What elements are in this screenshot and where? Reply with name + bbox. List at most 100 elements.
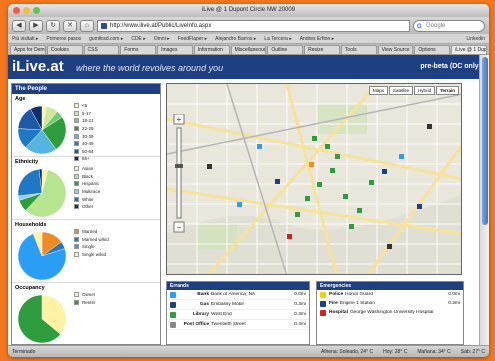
legend-label: Married w/kid (82, 236, 109, 242)
emergency-place[interactable]: Engine 1 Station (340, 301, 444, 306)
errands-title: Errands (167, 282, 309, 290)
status-weather: Alhena: Soleado, 24° C Hoy: 28° C Mañana: … (321, 349, 485, 355)
errand-row[interactable]: Library West End 0.3mi (167, 310, 309, 320)
weather-item: Alhena: Soleado, 24° C (321, 348, 374, 355)
legend-swatch (74, 110, 79, 116)
legend-swatch (74, 292, 79, 298)
search-input[interactable]: G Google (413, 19, 485, 32)
errand-place[interactable]: Embassy Mobil (211, 302, 290, 307)
bookmark-item[interactable]: Più visitati ▸ (12, 36, 38, 42)
browser-tab[interactable]: Options (414, 45, 451, 54)
bookmark-item[interactable]: Omni ▸ (154, 36, 170, 42)
minimize-window-button[interactable] (23, 7, 30, 14)
home-button[interactable]: ⌂ (80, 19, 94, 32)
zoom-window-button[interactable] (33, 7, 40, 14)
errand-label: Gas (199, 302, 209, 307)
back-button[interactable]: ◀ (12, 19, 26, 32)
map-type-hybrid-button[interactable]: Hybrid (414, 86, 436, 95)
legend-item: Single (74, 243, 109, 251)
address-bar-url: http://www.ilive.at/Public/LiveInfo.aspx (110, 22, 212, 29)
emergencies-panel: Emergencies Police Honor Guard 0.0mi Fire En… (316, 281, 464, 345)
emergency-distance: 0.0mi (448, 292, 460, 297)
site-header: iLive.at where the world revolves around… (8, 55, 489, 79)
bookmark-item[interactable]: FeedFlaper ▸ (178, 36, 207, 42)
emergency-icon (320, 309, 326, 316)
weather-item: Mañana: 34° C (417, 348, 451, 355)
legend-label: White (82, 196, 94, 202)
map[interactable]: + − Maps Satellite Hybrid Terrain (166, 83, 462, 275)
legend-label: 50-64 (82, 148, 94, 154)
errand-distance: 0.3mi (294, 302, 306, 307)
browser-tab[interactable]: Apps for Democrac... (10, 45, 46, 54)
pie-legend: <5 5-17 18-21 22-29 30-39 40-49 50-64 65+ (74, 102, 94, 163)
section-title: Households (15, 222, 47, 228)
bookmark-item[interactable]: Alejandro Barros ▸ (215, 36, 256, 42)
map-canvas[interactable] (167, 84, 462, 275)
errand-place[interactable]: Twentieth Street (211, 322, 290, 327)
emergency-row[interactable]: Fire Engine 1 Station 0.3mi (317, 299, 463, 308)
errand-row[interactable]: Gas Embassy Mobil 0.3mi (167, 300, 309, 310)
site-favicon-icon (101, 22, 107, 29)
bookmark-item[interactable]: CDE ▸ (131, 36, 145, 42)
window-controls (13, 7, 40, 14)
errand-icon (170, 321, 176, 328)
browser-tab[interactable]: Outline (267, 45, 304, 54)
legend-swatch (74, 244, 79, 250)
address-bar[interactable]: http://www.ilive.at/Public/LiveInfo.aspx (97, 19, 410, 32)
map-type-maps-button[interactable]: Maps (369, 86, 389, 95)
site-logo[interactable]: iLive.at (12, 58, 64, 75)
browser-tab[interactable]: Tools (340, 45, 377, 54)
legend-swatch (74, 133, 79, 139)
browser-tab[interactable]: Forms (120, 45, 157, 54)
tab-strip: Apps for Democrac...CookiesCSSFormsImage… (8, 44, 489, 55)
errand-distance: 0.3mi (294, 312, 306, 317)
emergency-place[interactable]: George Washington University Hospital (350, 310, 463, 315)
bookmark-linkedin[interactable]: Linkedin (466, 36, 485, 42)
page-scrollbar[interactable] (479, 55, 489, 345)
browser-tab[interactable]: Images (157, 45, 193, 54)
emergency-place[interactable]: Honor Guard (345, 292, 444, 297)
map-zoom-control[interactable]: + − (173, 113, 185, 234)
legend-label: Black (82, 173, 94, 179)
errand-row[interactable]: Bank Bank of America, NA 0.0mi (167, 290, 309, 300)
legend-swatch (74, 141, 79, 147)
browser-window: iLive @ 1 Dupont Circle NW 20009 ◀ ▶ ↻ ✕… (8, 4, 489, 357)
close-window-button[interactable] (13, 7, 20, 14)
emergency-label: Police (329, 292, 344, 297)
errand-place[interactable]: Bank of America, NA (211, 292, 290, 297)
map-type-terrain-button[interactable]: Terrain (436, 86, 459, 95)
emergency-icon (320, 300, 326, 307)
bookmark-item[interactable]: Primeros pasos (46, 36, 81, 42)
browser-tab[interactable]: View Source (377, 45, 414, 54)
page-content: iLive.at where the world revolves around… (8, 55, 489, 345)
map-type-satellite-button[interactable]: Satellite (389, 86, 414, 95)
browser-tab[interactable]: Cookies (46, 45, 83, 54)
emergency-label: Fire (329, 301, 338, 306)
browser-tab[interactable]: Miscellaneous (230, 45, 267, 54)
errand-row[interactable]: Post Office Twentieth Street 0.4mi (167, 320, 309, 330)
bookmark-item[interactable]: gumltrad.com ▸ (89, 36, 123, 42)
people-section-occupancy: Occupancy Owner Renter (12, 283, 160, 344)
browser-tab[interactable]: Information (193, 45, 230, 54)
browser-tab[interactable]: Resize (304, 45, 340, 54)
bookmark-item[interactable]: Andres Erfton ▸ (300, 36, 334, 42)
legend-swatch (74, 126, 79, 132)
legend-label: <5 (82, 103, 88, 109)
emergency-row[interactable]: Hospital George Washington University Hos… (317, 308, 463, 317)
reload-button[interactable]: ↻ (46, 19, 60, 32)
errand-place[interactable]: West End (211, 312, 290, 317)
forward-button[interactable]: ▶ (29, 19, 43, 32)
errand-label: Post Office (183, 322, 209, 327)
legend-item: 22-29 (74, 125, 94, 133)
browser-tab[interactable]: iLive @ 1 Dupont Ci... (451, 45, 487, 54)
errand-icon (170, 311, 176, 318)
legend-label: 30-39 (82, 133, 94, 139)
legend-swatch (74, 229, 79, 235)
browser-tab[interactable]: CSS (83, 45, 120, 54)
window-titlebar: iLive @ 1 Dupont Circle NW 20009 (8, 4, 489, 17)
bookmark-item[interactable]: La Tercera ▸ (264, 36, 291, 42)
scrollbar-thumb[interactable] (482, 57, 488, 225)
emergency-row[interactable]: Police Honor Guard 0.0mi (317, 290, 463, 299)
errand-distance: 0.0mi (294, 292, 306, 297)
stop-button[interactable]: ✕ (63, 19, 77, 32)
